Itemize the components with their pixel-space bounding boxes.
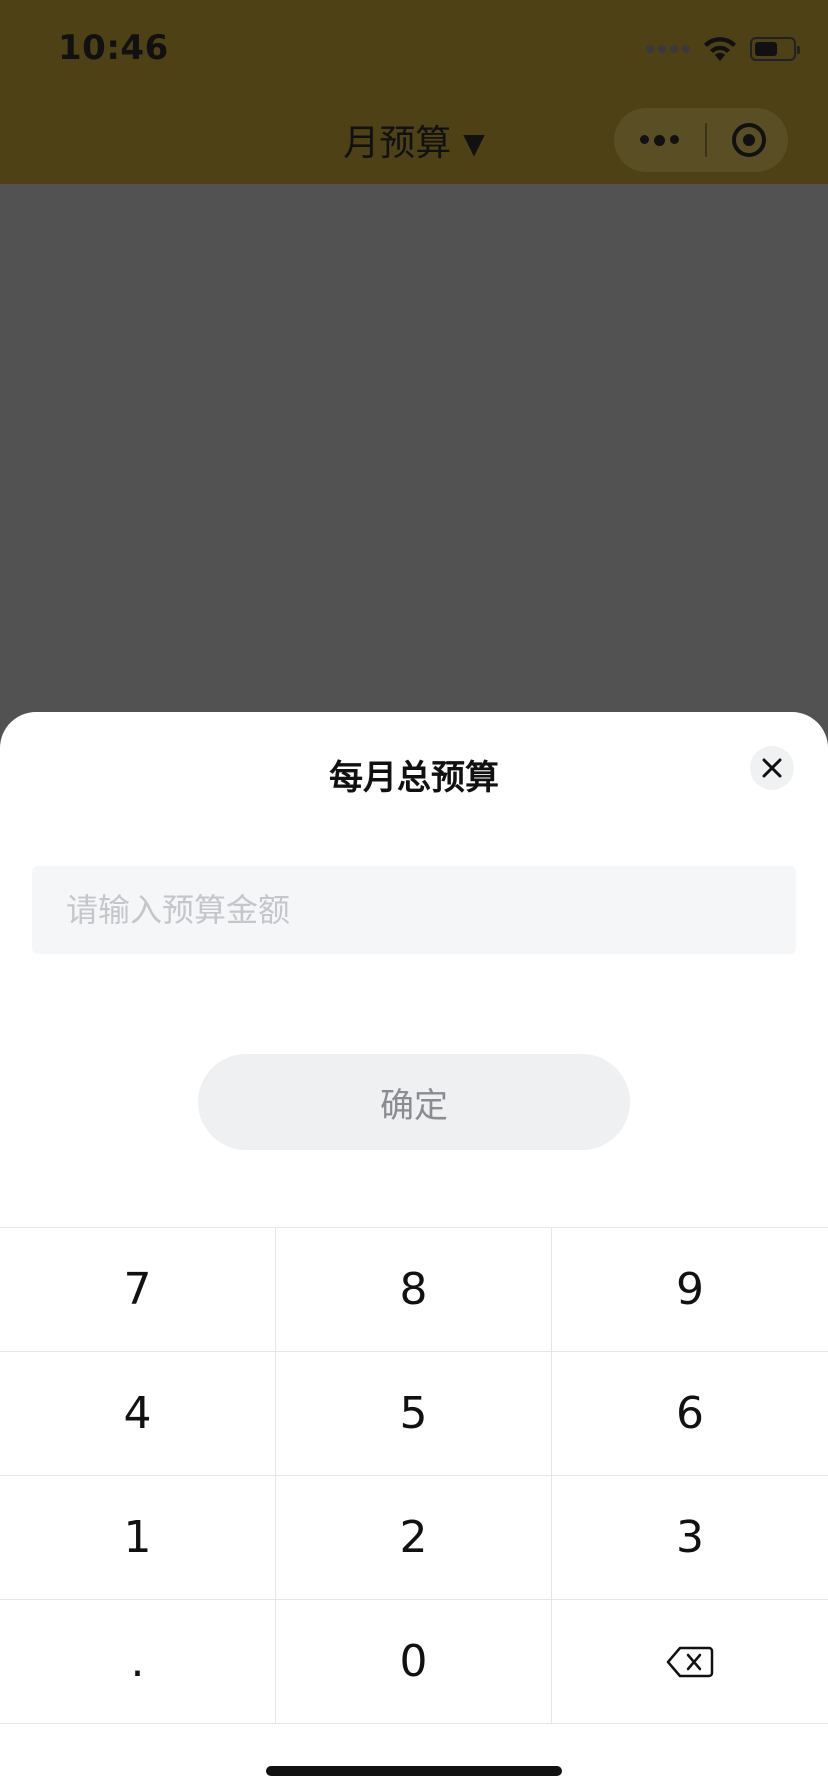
key-5[interactable]: 5 xyxy=(276,1352,552,1476)
nav-title: 月预算 xyxy=(343,123,452,164)
close-button[interactable] xyxy=(750,746,794,790)
backspace-icon xyxy=(666,1646,714,1677)
confirm-button[interactable]: 确定 xyxy=(198,1054,630,1150)
budget-sheet: 每月总预算 确定 7 8 9 4 5 6 1 2 3 . 0 xyxy=(0,712,828,1792)
wifi-icon xyxy=(704,37,736,61)
sheet-title: 每月总预算 xyxy=(329,758,499,798)
key-1[interactable]: 1 xyxy=(0,1476,276,1600)
home-indicator xyxy=(266,1766,562,1776)
miniapp-capsule xyxy=(614,108,788,172)
battery-icon xyxy=(750,37,800,61)
key-8[interactable]: 8 xyxy=(276,1228,552,1352)
key-7[interactable]: 7 xyxy=(0,1228,276,1352)
backspace-key[interactable] xyxy=(552,1600,828,1724)
number-keypad: 7 8 9 4 5 6 1 2 3 . 0 xyxy=(0,1227,828,1724)
key-2[interactable]: 2 xyxy=(276,1476,552,1600)
key-6[interactable]: 6 xyxy=(552,1352,828,1476)
close-icon xyxy=(762,758,782,778)
capsule-divider xyxy=(704,123,707,157)
more-icon[interactable] xyxy=(640,134,679,146)
key-0[interactable]: 0 xyxy=(276,1600,552,1724)
status-time: 10:46 xyxy=(58,28,169,68)
caret-down-icon: ▼ xyxy=(463,127,485,160)
signal-icon xyxy=(646,45,690,53)
close-miniapp-icon[interactable] xyxy=(732,123,766,157)
status-icons xyxy=(646,34,800,64)
key-3[interactable]: 3 xyxy=(552,1476,828,1600)
key-9[interactable]: 9 xyxy=(552,1228,828,1352)
key-decimal[interactable]: . xyxy=(0,1600,276,1724)
budget-amount-input[interactable] xyxy=(32,866,796,954)
key-4[interactable]: 4 xyxy=(0,1352,276,1476)
top-bar: 10:46 月预算 ▼ xyxy=(0,0,828,184)
